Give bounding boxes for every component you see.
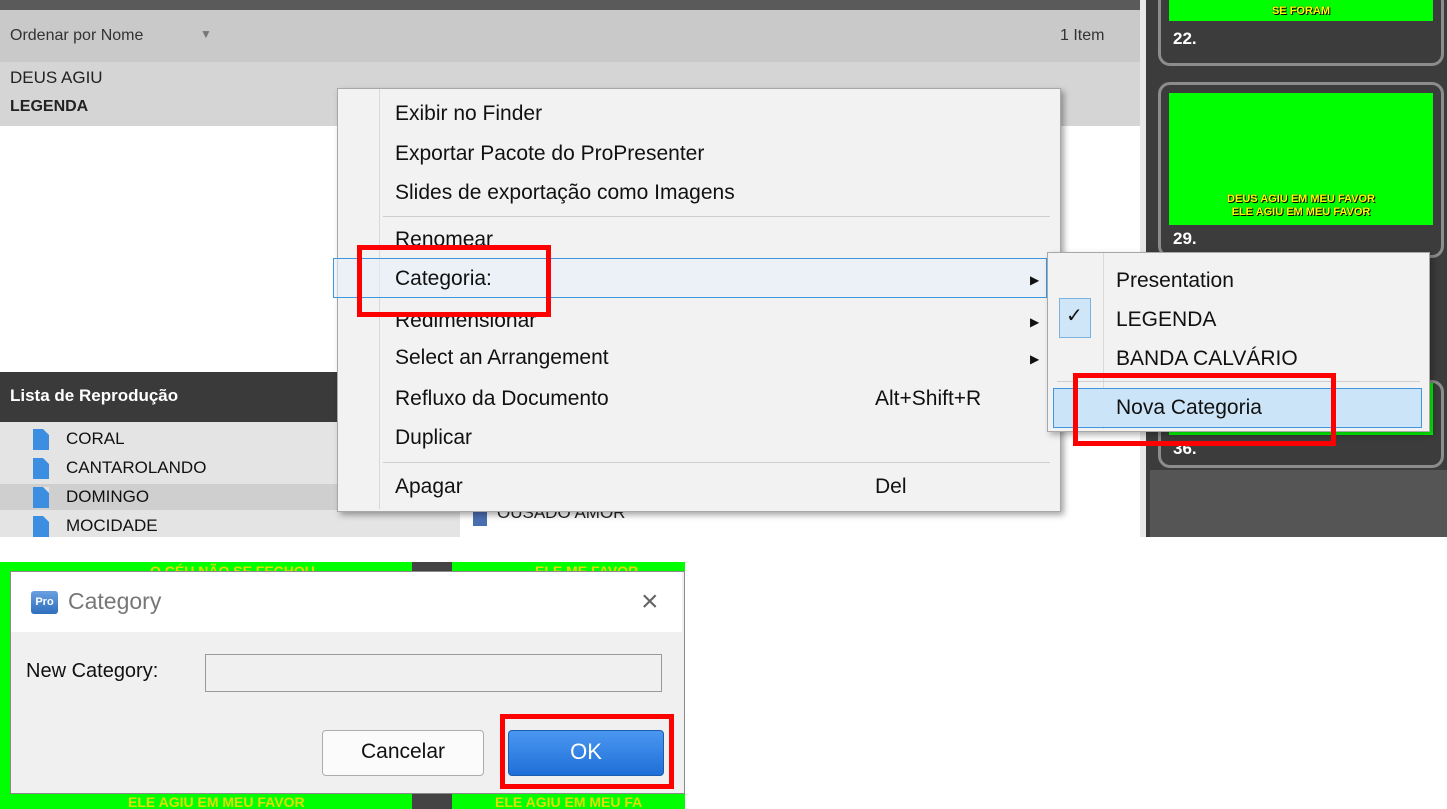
file-icon [33, 516, 49, 537]
file-icon [33, 429, 49, 450]
menu-item-apagar[interactable]: Apagar [395, 475, 463, 499]
cancel-button[interactable]: Cancelar [322, 730, 484, 776]
new-category-input[interactable] [205, 654, 662, 692]
playlist-item-label: CANTAROLANDO [66, 458, 207, 477]
menu-shortcut: Del [875, 475, 907, 498]
menu-item-exportar-pacote[interactable]: Exportar Pacote do ProPresenter [395, 142, 704, 166]
document-title: DEUS AGIU [10, 68, 103, 87]
menu-item-exportar-imagens[interactable]: Slides de exportação como Imagens [395, 181, 735, 205]
submenu-arrow-icon: ▶ [1030, 273, 1040, 287]
toolbar-strip [0, 0, 1150, 10]
slide-text: SE FORAM [1271, 5, 1331, 17]
file-icon [33, 487, 49, 508]
slide-text-line1: DEUS AGIU EM MEU FAVOR [1227, 193, 1375, 205]
background-slide-text: ELE AGIU EM MEU FA [495, 794, 643, 809]
menu-shortcut: Alt+Shift+R [875, 387, 982, 410]
submenu-item-banda-calvario[interactable]: BANDA CALVÁRIO [1116, 347, 1298, 371]
file-icon [33, 458, 49, 479]
background-slide-text: ELE AGIU EM MEU FAVOR [128, 794, 305, 809]
slide-thumbnail[interactable]: SE FORAM 22. [1158, 0, 1444, 66]
checkmark-icon: ✓ [1066, 305, 1083, 327]
slide-thumbnail[interactable]: DEUS AGIU EM MEU FAVOR ELE AGIU EM MEU F… [1158, 82, 1444, 258]
submenu-arrow-icon: ▶ [1030, 352, 1040, 366]
menu-separator [383, 216, 1050, 217]
propresenter-app-icon: Pro [31, 591, 58, 614]
library-header [0, 10, 1140, 62]
menu-item-exibir-no-finder[interactable]: Exibir no Finder [395, 102, 542, 126]
new-category-label: New Category: [26, 660, 159, 682]
highlight-box-categoria [357, 245, 551, 317]
sort-dropdown[interactable]: Ordenar por Nome [10, 27, 143, 45]
menu-item-refluxo[interactable]: Refluxo da Documento [395, 387, 609, 411]
highlight-box-ok [500, 714, 674, 789]
slides-footer [1150, 470, 1447, 537]
menu-separator [383, 462, 1050, 463]
item-count: 1 Item [1060, 27, 1105, 44]
close-icon[interactable]: × [641, 585, 659, 619]
slide-number: 22. [1173, 29, 1197, 48]
chevron-down-icon[interactable]: ▼ [200, 27, 212, 41]
slide-text-line2: ELE AGIU EM MEU FAVOR [1231, 206, 1371, 218]
playlist-item-mocidade[interactable]: MOCIDADE [0, 513, 460, 537]
playlist-title: Lista de Reprodução [10, 386, 179, 405]
submenu-arrow-icon: ▶ [1030, 315, 1040, 329]
highlight-box-nova-categoria [1073, 373, 1336, 446]
background-slide-text: O CÉU NÃO SE FECHOU [150, 563, 315, 571]
dialog-title: Category [68, 588, 162, 614]
propresenter-window: Ordenar por Nome ▼ 1 Item DEUS AGIU LEGE… [0, 0, 1447, 537]
document-category: LEGENDA [10, 98, 89, 115]
slide-number: 29. [1173, 229, 1197, 248]
playlist-item-label: DOMINGO [66, 487, 150, 506]
submenu-item-presentation[interactable]: Presentation [1116, 269, 1234, 293]
submenu-item-legenda[interactable]: LEGENDA [1116, 308, 1216, 332]
menu-item-select-arrangement[interactable]: Select an Arrangement [395, 346, 609, 370]
menu-item-duplicar[interactable]: Duplicar [395, 426, 472, 450]
background-slide-text: ELE ME FAVOR [535, 563, 639, 571]
playlist-item-label: CORAL [66, 429, 125, 448]
playlist-item-label: MOCIDADE [66, 516, 158, 535]
